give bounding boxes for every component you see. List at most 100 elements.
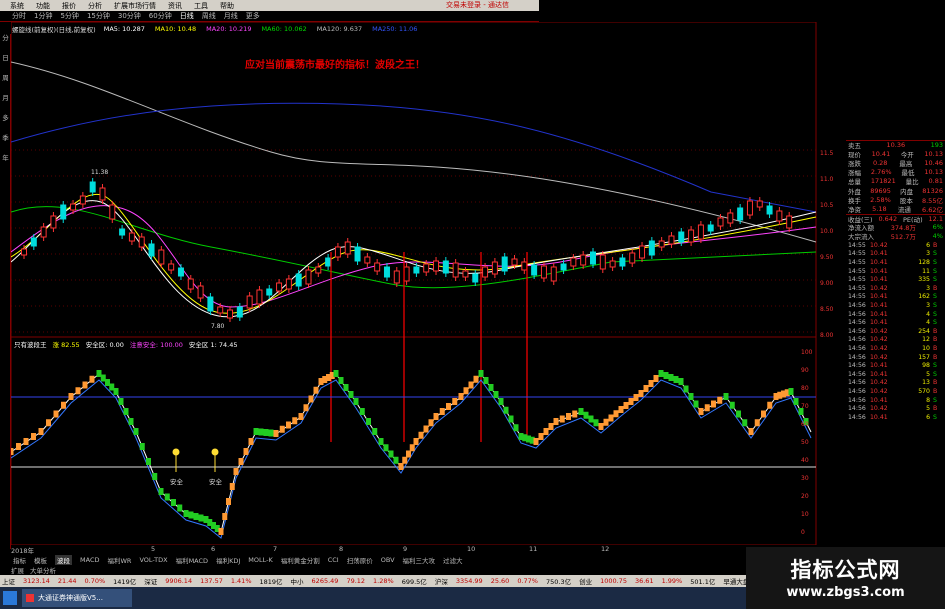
trade-side: B [933, 387, 938, 395]
index-name[interactable]: 创业 [579, 576, 592, 586]
left-tab[interactable]: 月 [0, 94, 11, 112]
indicator-tab[interactable]: 波段 [55, 555, 72, 565]
period-tab[interactable]: 60分钟 [149, 11, 172, 21]
indicator-axis-label: 70 [801, 403, 809, 410]
candle-body [766, 205, 773, 215]
indicator-tab[interactable]: 扫荡原价 [347, 555, 373, 565]
trade-price: 10.42 [870, 336, 888, 344]
index-value: 1000.75 [600, 577, 627, 585]
indicator-down-block [158, 488, 164, 495]
left-tab[interactable]: 分 [0, 34, 11, 52]
indicator-up-block [608, 414, 614, 422]
period-tab[interactable]: 分时 [12, 11, 26, 21]
indicator-down-block [678, 378, 684, 385]
candle-body [491, 261, 498, 275]
index-name[interactable]: 上证 [2, 576, 15, 586]
left-tab[interactable]: 年 [0, 154, 11, 172]
indicator-up-block [633, 394, 639, 401]
period-tab[interactable]: 1分钟 [34, 11, 52, 21]
indicator-tab[interactable]: 福利三大攻 [403, 555, 436, 565]
indicator-up-block [313, 386, 319, 394]
windows-start-icon[interactable] [3, 591, 17, 605]
indicator-axis-label: 80 [801, 385, 809, 392]
candle-body [482, 266, 489, 278]
menu-item-analysis[interactable]: 分析 [88, 1, 102, 11]
indicator-tabs: 指标 模板 波段 MACD 福利WR VOL-TDX 福利MACD 福利KDJ MOLL-K 福利… [11, 555, 746, 565]
trade-side: S [933, 396, 937, 404]
left-tab[interactable]: 周 [0, 74, 11, 92]
candle-body [423, 263, 430, 273]
indicator-tab[interactable]: 指标 [13, 555, 26, 565]
indicator-tab[interactable]: 福利黄金分割 [281, 555, 320, 565]
period-tab[interactable]: 日线 [180, 11, 194, 21]
index-change: 79.12 [346, 577, 366, 585]
menu-item-tools[interactable]: 工具 [194, 1, 208, 11]
candle-body [658, 240, 665, 248]
trade-price: 10.42 [870, 387, 888, 395]
candle-body [21, 248, 27, 256]
trade-time: 14:56 [848, 362, 866, 370]
kline-chart[interactable]: 11.387.80安全 安全1009080706050403020100 [11, 22, 821, 545]
period-tab[interactable]: 15分钟 [87, 11, 110, 21]
indicator-tab[interactable]: MACD [80, 556, 99, 564]
trade-time: 14:56 [848, 387, 866, 395]
quote-label: 大宗流入 [848, 233, 874, 242]
left-tab[interactable]: 季 [0, 134, 11, 152]
candle-body [383, 266, 390, 278]
period-tab[interactable]: 月线 [224, 11, 238, 21]
indicator-up-block [754, 419, 760, 427]
menu-item-help[interactable]: 帮助 [220, 1, 234, 11]
indicator-up-block [428, 419, 434, 427]
period-tab[interactable]: 30分钟 [118, 11, 141, 21]
indicator-tab[interactable]: 福利MACD [176, 555, 208, 565]
candle-body [560, 263, 567, 271]
time-axis-label: 8 [339, 545, 344, 553]
indicator-tab[interactable]: MOLL-K [248, 556, 272, 564]
menu-item-system[interactable]: 系统 [10, 1, 24, 11]
indicator-up-block [248, 438, 254, 445]
candle-body [266, 288, 273, 296]
indicator-tab[interactable]: 过滤大 [443, 555, 463, 565]
period-tab[interactable]: 更多 [246, 11, 260, 21]
trade-price: 10.41 [870, 302, 888, 310]
indicator-tab[interactable]: OBV [381, 556, 395, 564]
menu-item-extended-market[interactable]: 扩展市场行情 [114, 1, 156, 11]
menu-item-quote[interactable]: 报价 [62, 1, 76, 11]
candle-body [442, 260, 449, 274]
index-name[interactable]: 沪深 [435, 576, 448, 586]
index-name[interactable]: 中小 [291, 576, 304, 586]
trade-price: 10.42 [870, 353, 888, 361]
left-tab[interactable]: 多 [0, 114, 11, 132]
trade-price: 10.41 [870, 362, 888, 370]
trade-volume: 4 [926, 310, 930, 318]
indicator-tab[interactable]: VOL-TDX [139, 556, 167, 564]
menu-item-news[interactable]: 资讯 [168, 1, 182, 11]
index-name[interactable]: 深证 [144, 576, 157, 586]
trade-volume: 5 [926, 370, 930, 378]
candle-body [344, 241, 351, 255]
candle-body [354, 246, 361, 262]
indicator-tab[interactable]: 福利WR [107, 555, 131, 565]
trade-time: 14:56 [848, 344, 866, 352]
candle-body [109, 204, 116, 220]
candle-body [452, 262, 459, 278]
period-tab[interactable]: 周线 [202, 11, 216, 21]
menu-item-function[interactable]: 功能 [36, 1, 50, 11]
candle-body [305, 269, 312, 285]
trade-side: S [933, 319, 937, 327]
period-tab[interactable]: 5分钟 [60, 11, 78, 21]
indicator-tab[interactable]: 福利KDJ [216, 555, 240, 565]
sub-tab[interactable]: 扩展 [11, 565, 24, 575]
time-axis-label: 9 [403, 545, 408, 553]
left-tab[interactable]: 日 [0, 54, 11, 72]
trade-side: S [933, 276, 937, 284]
taskbar-app-button[interactable]: 大通证券神通版V5... [22, 589, 132, 607]
indicator-down-block [263, 429, 269, 436]
trade-volume: 335 [918, 276, 930, 284]
indicator-tab[interactable]: CCI [328, 556, 339, 564]
indicator-up-block [717, 396, 723, 404]
sub-tab[interactable]: 大单分析 [30, 565, 56, 575]
indicator-tab[interactable]: 模板 [34, 555, 47, 565]
trade-volume: 98 [922, 362, 930, 370]
time-axis-label: 10 [467, 545, 476, 553]
